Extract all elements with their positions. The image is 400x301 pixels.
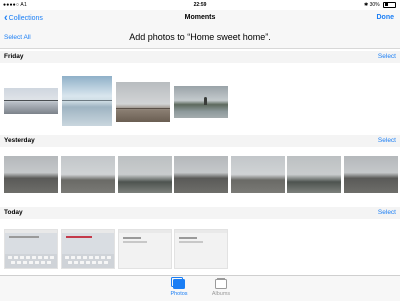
section-title: Today [4,209,23,216]
add-photos-prompt: Add photos to “Home sweet home”. [129,32,271,42]
photo-thumbnail[interactable] [62,76,112,126]
select-section-button[interactable]: Select [378,53,396,61]
photo-thumbnail[interactable] [116,82,170,122]
photo-thumbnail[interactable] [4,88,58,114]
bluetooth-icon: ✱ [364,2,369,8]
select-section-button[interactable]: Select [378,209,396,217]
collections-back-button[interactable]: ‹Collections [4,12,43,24]
section-header-friday: Friday Select [0,51,400,63]
selection-toolbar: Select All Add photos to “Home sweet hom… [0,26,400,49]
chevron-left-icon: ‹ [4,12,8,24]
photo-thumbnail[interactable] [118,156,172,193]
photo-thumbnail[interactable] [4,156,58,193]
albums-icon [215,277,227,289]
battery-icon [383,1,396,8]
back-label: Collections [8,15,43,22]
photo-thumbnail[interactable] [344,156,398,193]
photo-thumbnail[interactable] [231,156,285,193]
photos-icon [171,277,185,289]
screenshot-thumbnail[interactable] [118,229,172,269]
navigation-bar: ‹Collections Moments Done [0,10,400,26]
tab-label: Albums [211,291,231,297]
section-title: Yesterday [4,137,35,144]
screenshot-thumbnail[interactable] [4,229,58,269]
section-title: Friday [4,53,24,60]
status-right: ✱ 30% [364,0,396,10]
select-section-button[interactable]: Select [378,137,396,145]
select-all-button[interactable]: Select All [4,33,31,42]
tab-photos[interactable]: Photos [164,277,194,298]
done-button[interactable]: Done [377,12,395,24]
status-bar: ●●●●○ A1 22:59 ✱ 30% [0,0,400,10]
screenshot-thumbnail[interactable] [61,229,115,269]
section-header-yesterday: Yesterday Select [0,135,400,147]
photo-thumbnail[interactable] [174,156,228,193]
section-header-today: Today Select [0,207,400,219]
battery-percent: 30% [369,2,380,8]
photo-thumbnail[interactable] [61,156,115,193]
screenshot-thumbnail[interactable] [174,229,228,269]
photo-thumbnail[interactable] [287,156,341,193]
tab-bar: Photos Albums [0,275,400,301]
photo-thumbnail[interactable] [174,86,228,118]
page-title: Moments [184,14,216,21]
tab-albums[interactable]: Albums [206,277,236,298]
tab-label: Photos [170,291,188,297]
status-time: 22:59 [193,2,207,8]
